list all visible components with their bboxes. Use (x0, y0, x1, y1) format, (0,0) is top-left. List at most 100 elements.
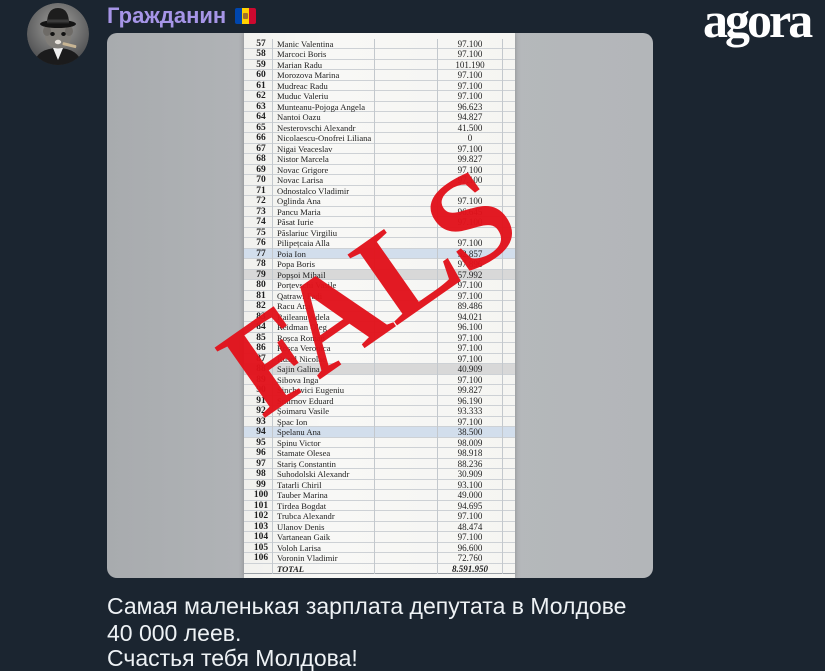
cell-value: 88.236 (437, 458, 503, 470)
cell-num: 66 (256, 133, 266, 144)
cell-value: 97.100 (437, 38, 503, 50)
cell-num: 60 (256, 70, 266, 81)
cell-num: 100 (253, 490, 269, 501)
table-row: 105 Voloh Larisa 96.600 (244, 542, 515, 554)
cell-name: Voronin Vladimir (272, 553, 375, 564)
avatar-image (27, 3, 89, 65)
flag-stripe-blue (235, 8, 243, 24)
cell-name: Novac Grigore (272, 164, 375, 176)
table-row: 102 Trubca Alexandr 97.100 (244, 511, 515, 522)
table-row: 58 Marcoci Boris 97.100 (244, 49, 515, 60)
caption-line: 40 000 леев. (107, 620, 242, 646)
cell-num: 74 (256, 217, 266, 228)
channel-avatar[interactable] (27, 3, 89, 65)
cell-name: Tauber Marina (272, 490, 375, 501)
caption-line: Счастья тебя Молдова! (107, 645, 358, 671)
cell-name: Nicolaescu-Onofrei Liliana (272, 133, 375, 144)
table-row: 99 Tatarli Chiril 93.100 (244, 479, 515, 491)
cell-name: Munteanu-Pojoga Angela (272, 101, 375, 113)
cell-num: 58 (256, 49, 266, 60)
cell-value: 93.333 (437, 406, 503, 417)
cell-value: 96.623 (437, 101, 503, 113)
table-row: 100 Tauber Marina 49.000 (244, 490, 515, 501)
cell-value: 97.100 (437, 353, 503, 365)
cell-value: 97.100 (437, 70, 503, 81)
cell-name: Tatarli Chiril (272, 479, 375, 491)
cell-num: 70 (256, 175, 266, 186)
table-row: 62 Muduc Valeriu 97.100 (244, 91, 515, 102)
cell-value: 97.100 (437, 91, 503, 102)
table-row: 97 Stariș Constantin 88.236 (244, 458, 515, 470)
cell-name: Marian Radu (272, 59, 375, 71)
cell-num: 102 (253, 511, 269, 522)
cell-num: 76 (256, 238, 266, 249)
total-label: TOTAL (272, 563, 375, 575)
table-row: 103 Ulanov Denis 48.474 (244, 521, 515, 533)
post-photo[interactable]: 57 Manic Valentina 97.100 58 Marcoci Boris 97… (107, 33, 653, 578)
cell-name: Vartanean Gaik (272, 532, 375, 543)
cell-value: 93.100 (437, 479, 503, 491)
cell-name: Ulanov Denis (272, 521, 375, 533)
author-line: Гражданин (107, 3, 257, 29)
cell-num: 67 (256, 143, 266, 154)
cell-value: 48.474 (437, 521, 503, 533)
cell-name: Muduc Valeriu (272, 91, 375, 102)
cell-num: 62 (256, 91, 266, 102)
cell-num: 101 (253, 500, 269, 511)
cell-num: 69 (256, 164, 266, 175)
cell-num: 98 (256, 469, 266, 480)
cell-num: 106 (253, 553, 269, 564)
table-row: 96 Stamate Olesea 98.918 (244, 448, 515, 459)
flag-stripe-yellow (242, 8, 250, 24)
cell-num: 65 (256, 122, 266, 133)
table-row: 61 Mudreac Radu 97.100 (244, 80, 515, 92)
cell-num: 61 (256, 80, 266, 91)
cell-num: 99 (256, 479, 266, 490)
flag-stripe-red (249, 8, 257, 24)
cell-num: 103 (253, 521, 269, 532)
cell-name: Stariș Constantin (272, 458, 375, 470)
cell-value: 96.190 (437, 395, 503, 407)
table-row: 98 Suhodolski Alexandr 30.909 (244, 469, 515, 480)
table-row: 104 Vartanean Gaik 97.100 (244, 532, 515, 543)
cell-name: Trubca Alexandr (272, 511, 375, 522)
table-row: 63 Munteanu-Pojoga Angela 96.623 (244, 101, 515, 113)
cell-value: 97.100 (437, 374, 503, 386)
cell-num: 57 (256, 38, 266, 49)
agora-watermark-logo: agora (703, 0, 813, 48)
cell-value: 99.827 (437, 385, 503, 396)
table-row: 57 Manic Valentina 97.100 (244, 38, 515, 50)
cell-name: Suhodolski Alexandr (272, 469, 375, 480)
cell-value: 30.909 (437, 469, 503, 480)
cell-value: 97.100 (437, 49, 503, 60)
cell-value: 97.100 (437, 343, 503, 354)
cell-name: Stamate Olesea (272, 448, 375, 459)
cell-num: 59 (256, 59, 266, 70)
table-row: 59 Marian Radu 101.190 (244, 59, 515, 71)
cell-name: Nistor Marcela (272, 154, 375, 165)
cell-num: 68 (256, 154, 266, 165)
cell-num: 78 (256, 259, 266, 270)
table-row: 64 Nantoi Oazu 94.827 (244, 112, 515, 123)
caption-line: Самая маленькая зарплата депутата в Молд… (107, 593, 627, 619)
cell-value: 97.100 (437, 332, 503, 344)
cell-name: Nesterovschi Alexandr (272, 122, 375, 134)
cell-name: Mudreac Radu (272, 80, 375, 92)
cell-value: 97.100 (437, 80, 503, 92)
cell-num: 104 (253, 532, 269, 543)
cell-name: Manic Valentina (272, 38, 375, 50)
cell-value: 72.760 (437, 553, 503, 564)
author-name[interactable]: Гражданин (107, 3, 226, 29)
cell-num: 63 (256, 101, 266, 112)
cell-value: 94.827 (437, 112, 503, 123)
cell-value: 97.100 (437, 511, 503, 522)
cell-name: Morozova Marina (272, 70, 375, 81)
cell-value: 38.500 (437, 427, 503, 438)
cell-num: 64 (256, 112, 266, 123)
cell-value: 96.600 (437, 542, 503, 554)
cell-name: Nigai Veaceslav (272, 143, 375, 155)
cell-value: 40.909 (437, 364, 503, 375)
table-row: 60 Morozova Marina 97.100 (244, 70, 515, 81)
cell-name: Marcoci Boris (272, 49, 375, 60)
telegram-post: Гражданин agora 57 Manic Valentina 97.100 5… (0, 0, 825, 671)
